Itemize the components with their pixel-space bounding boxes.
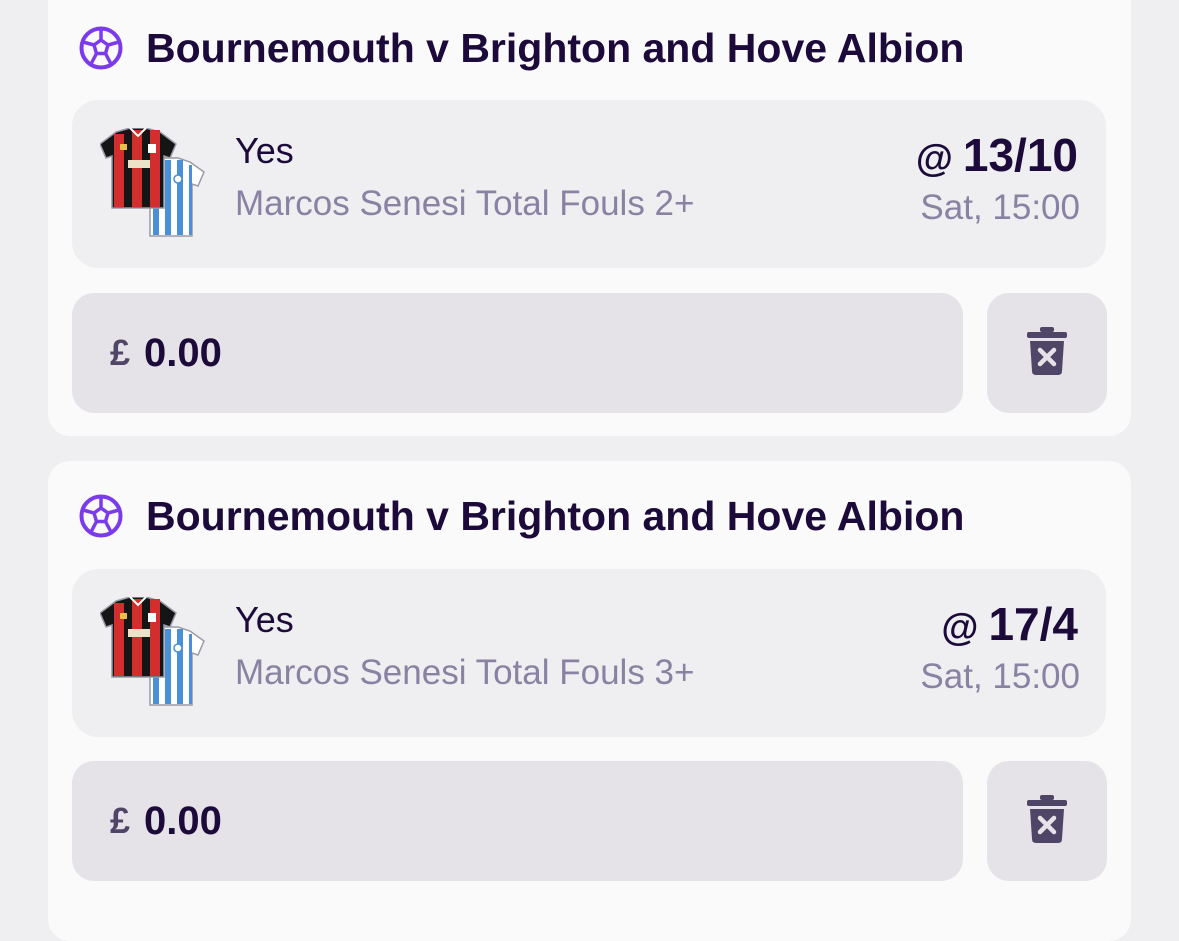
stake-input[interactable]: £ 0.00 <box>72 761 963 881</box>
stake-value: 0.00 <box>144 330 222 375</box>
bet-card: Bournemouth v Brighton and Hove Albion Y… <box>48 461 1131 941</box>
football-icon <box>78 493 124 539</box>
odds-prefix: @ <box>915 138 953 180</box>
team-kits-icon <box>99 127 206 240</box>
market-name: Marcos Senesi Total Fouls 2+ <box>235 184 695 223</box>
selection-name: Yes <box>235 130 294 171</box>
delete-button[interactable] <box>987 293 1107 413</box>
odds-value: 17/4 <box>988 598 1078 650</box>
kickoff-time: Sat, 15:00 <box>920 657 1080 696</box>
delete-button[interactable] <box>987 761 1107 881</box>
odds: @ 17/4 <box>941 597 1078 651</box>
currency-symbol: £ <box>110 800 131 841</box>
selection-name: Yes <box>235 599 294 640</box>
football-icon <box>78 25 124 71</box>
stake-input[interactable]: £ 0.00 <box>72 293 963 413</box>
team-kits-icon <box>99 596 206 709</box>
bet-card: Bournemouth v Brighton and Hove Albion Y… <box>48 0 1131 436</box>
selection-row[interactable]: Yes Marcos Senesi Total Fouls 2+ @ 13/10… <box>72 100 1106 268</box>
event-header: Bournemouth v Brighton and Hove Albion <box>78 18 964 78</box>
stake-value: 0.00 <box>144 798 222 843</box>
odds-prefix: @ <box>941 607 979 649</box>
event-title: Bournemouth v Brighton and Hove Albion <box>146 492 965 539</box>
currency-symbol: £ <box>110 332 131 373</box>
kickoff-time: Sat, 15:00 <box>920 188 1080 227</box>
market-name: Marcos Senesi Total Fouls 3+ <box>235 653 695 692</box>
delete-icon <box>1027 794 1067 848</box>
event-header: Bournemouth v Brighton and Hove Albion <box>78 486 964 546</box>
selection-row[interactable]: Yes Marcos Senesi Total Fouls 3+ @ 17/4 … <box>72 569 1106 737</box>
odds-value: 13/10 <box>962 129 1078 181</box>
delete-icon <box>1027 326 1067 380</box>
odds: @ 13/10 <box>916 128 1078 182</box>
event-title: Bournemouth v Brighton and Hove Albion <box>146 24 965 71</box>
